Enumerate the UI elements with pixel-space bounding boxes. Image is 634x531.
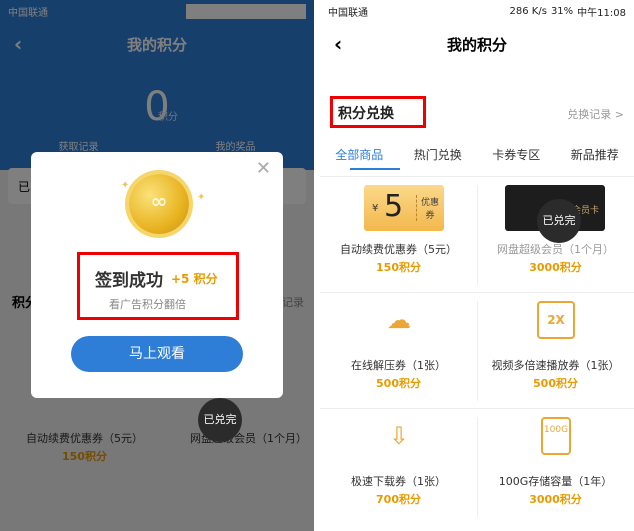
grid-row: ☁ 在线解压券（1张） 500积分 2X 视频多倍速播放券（1张） 500积分 — [320, 292, 634, 408]
active-tab-indicator — [350, 168, 400, 170]
coin-icon: ∞ — [129, 174, 189, 234]
product-name: 极速下载券（1张） — [351, 475, 446, 488]
category-tabs: 全部商品 热门兑换 卡券专区 新品推荐 — [320, 146, 634, 163]
dialog-subtitle: 看广告积分翻倍 — [109, 298, 186, 311]
screenshot-composite: 中国联通 15.5 K/s 31% 中午11:05 ‹ 我的积分 0 积分 获取… — [0, 0, 634, 531]
product-card[interactable]: 100G 100G存储容量（1年） 3000积分 — [477, 409, 634, 525]
product-name: 自动续费优惠券（5元） — [340, 243, 457, 256]
back-icon[interactable]: ‹ — [334, 32, 342, 56]
grid-row: ⇩ 极速下载券（1张） 700积分 100G 100G存储容量（1年） 3000… — [320, 408, 634, 524]
sold-out-badge: 已兑完 — [537, 199, 581, 243]
right-screen: 中国联通 286 K/s 31% 中午11:08 ‹ 我的积分 积分兑换 兑换记… — [320, 0, 634, 531]
product-name: 网盘超级会员（1个月） — [497, 243, 614, 256]
tab-coupons[interactable]: 卡券专区 — [492, 146, 540, 163]
grid-row: ¥ 5 优惠券 自动续费优惠券（5元） 150积分 超级会员卡 已兑完 网盘超级… — [320, 176, 634, 292]
section-title: 积分兑换 — [338, 106, 394, 122]
checkin-success-dialog: ✕ ✦ ✦ ∞ 签到成功 +5 积分 看广告积分翻倍 马上观看 — [31, 152, 283, 398]
tab-all[interactable]: 全部商品 — [335, 146, 383, 163]
product-card[interactable]: ⇩ 极速下载券（1张） 700积分 — [320, 409, 477, 525]
product-points: 500积分 — [533, 377, 578, 390]
cloud-zip-icon: ☁ — [387, 306, 411, 334]
product-points: 500积分 — [376, 377, 421, 390]
page-title: 我的积分 — [446, 35, 507, 54]
product-name: 在线解压券（1张） — [351, 359, 446, 372]
dialog-title: 签到成功 — [95, 271, 163, 291]
tab-new[interactable]: 新品推荐 — [571, 146, 619, 163]
tab-hot[interactable]: 热门兑换 — [414, 146, 462, 163]
product-points: 3000积分 — [529, 261, 582, 274]
product-card[interactable]: ☁ 在线解压券（1张） 500积分 — [320, 293, 477, 409]
bonus-points: +5 积分 — [171, 272, 218, 286]
clock: 中午11:08 — [577, 7, 626, 19]
product-points: 3000积分 — [529, 493, 582, 506]
left-screen: 中国联通 15.5 K/s 31% 中午11:05 ‹ 我的积分 0 积分 获取… — [0, 0, 314, 531]
nav-bar: ‹ 我的积分 — [320, 22, 634, 66]
close-icon[interactable]: ✕ — [256, 158, 271, 179]
download-bolt-icon: ⇩ — [388, 422, 410, 450]
product-points: 150积分 — [376, 261, 421, 274]
product-name: 视频多倍速播放券（1张） — [491, 359, 620, 372]
sparkle-icon: ✦ — [197, 192, 206, 203]
net-speed: 286 K/s — [509, 5, 547, 17]
product-name: 100G存储容量（1年） — [498, 475, 613, 488]
status-bar: 中国联通 286 K/s 31% 中午11:08 — [320, 0, 634, 22]
storage-100g-icon: 100G — [541, 417, 571, 455]
watch-ad-button[interactable]: 马上观看 — [71, 336, 243, 372]
coupon-icon: ¥ 5 优惠券 — [364, 185, 444, 231]
exchange-records-link[interactable]: 兑换记录 > — [567, 106, 624, 122]
sold-out-badge: 已兑完 — [198, 398, 242, 442]
film-2x-icon: 2X — [537, 301, 575, 339]
battery: 31% — [550, 5, 574, 17]
product-card[interactable]: ¥ 5 优惠券 自动续费优惠券（5元） 150积分 — [320, 177, 477, 293]
product-points: 700积分 — [376, 493, 421, 506]
product-card[interactable]: 超级会员卡 已兑完 网盘超级会员（1个月） 3000积分 — [477, 177, 634, 293]
carrier: 中国联通 — [328, 7, 368, 19]
product-card[interactable]: 2X 视频多倍速播放券（1张） 500积分 — [477, 293, 634, 409]
